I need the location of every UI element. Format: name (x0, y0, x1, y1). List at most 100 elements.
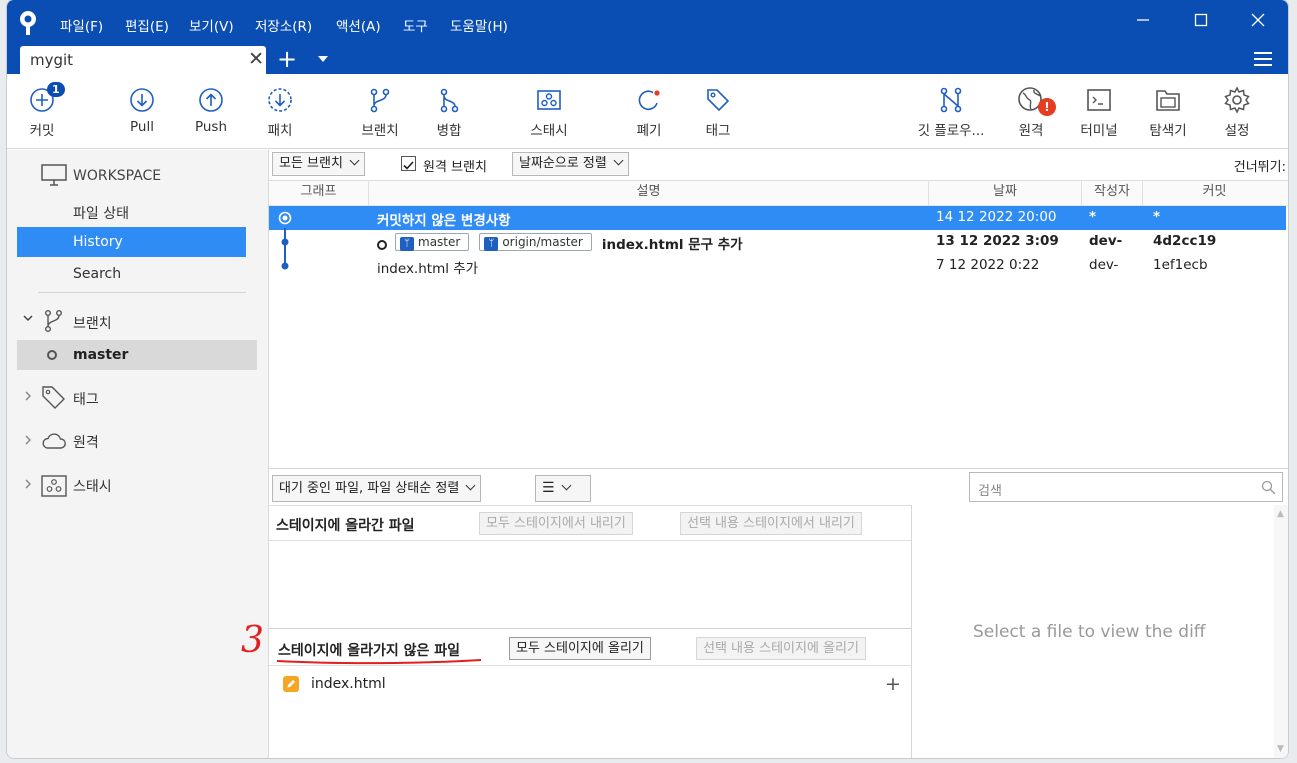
tag-label: 태그 (705, 123, 731, 139)
search-placeholder: 검색 (978, 484, 1002, 499)
scroll-down-icon[interactable]: ▼ (1277, 744, 1284, 754)
ref-master-label: master (418, 235, 461, 249)
ref-master[interactable]: ᛘ master (395, 233, 470, 251)
git-flow-button[interactable]: 깃 플로우... (914, 86, 988, 139)
pull-icon (130, 88, 154, 112)
cloud-icon (42, 433, 66, 449)
merge-button[interactable]: 병합 (412, 86, 486, 139)
push-button[interactable]: Push (174, 86, 248, 135)
branch-label: 브랜치 (361, 123, 399, 139)
discard-button[interactable]: 폐기 (612, 86, 686, 139)
chevron-down-icon[interactable] (22, 312, 34, 328)
branch-button[interactable]: 브랜치 (343, 86, 417, 139)
divider (38, 292, 246, 293)
sidebar-item-search[interactable]: Search (73, 266, 121, 282)
row-author: dev- (1089, 257, 1119, 273)
divider (269, 628, 911, 629)
explorer-button[interactable]: 탐색기 (1131, 86, 1205, 139)
row-date: 7 12 2022 0:22 (936, 257, 1040, 273)
terminal-icon (1087, 89, 1111, 111)
menu-tools[interactable]: 도구 (403, 15, 428, 35)
stash-label: 스태시 (530, 123, 568, 139)
stage-file-plus-icon[interactable]: + (885, 673, 901, 695)
row-author: dev- (1089, 233, 1123, 249)
divider (269, 665, 911, 666)
new-tab-button[interactable]: + (277, 46, 297, 72)
ref-origin-master[interactable]: ᛘ origin/master (479, 233, 592, 251)
pull-button[interactable]: Pull (105, 86, 179, 135)
patch-button[interactable]: 패치 (243, 86, 317, 139)
sidebar-stashes[interactable]: 스태시 (73, 476, 112, 496)
menu-file[interactable]: 파일(F) (60, 15, 103, 35)
chevron-right-icon[interactable] (22, 390, 34, 406)
close-tab-icon[interactable]: ✕ (248, 48, 264, 70)
row-desc: index.html 문구 추가 (601, 237, 743, 253)
remote-branches-checkbox[interactable] (401, 156, 416, 171)
row-date: 13 12 2022 3:09 (936, 233, 1059, 249)
commit-button[interactable]: 1 커밋 (7, 82, 79, 139)
maximize-button[interactable] (1190, 11, 1212, 33)
list-item[interactable]: index.html + (269, 672, 911, 696)
menu-view[interactable]: 보기(V) (189, 15, 234, 35)
remote-button[interactable]: ! 원격 (994, 86, 1068, 139)
settings-label: 설정 (1224, 123, 1250, 139)
stash-icon (537, 90, 561, 110)
table-row[interactable]: ᛘ master ᛘ origin/master index.html 문구 추가 13… (269, 230, 1286, 254)
view-mode-dropdown[interactable]: ☰ (535, 475, 591, 502)
branch-icon (370, 88, 390, 113)
merge-icon (440, 88, 459, 113)
scroll-up-icon[interactable]: ▲ (1277, 509, 1284, 519)
sidebar-tags[interactable]: 태그 (73, 389, 99, 409)
search-input[interactable]: 검색 (969, 472, 1283, 502)
tab-dropdown-icon[interactable] (318, 56, 328, 62)
col-author[interactable]: 작성자 (1082, 180, 1143, 206)
menu-actions[interactable]: 액션(A) (336, 15, 381, 35)
tab-bar: mygit ✕ + (7, 46, 1288, 74)
head-marker-icon (377, 240, 387, 250)
col-date[interactable]: 날짜 (929, 180, 1082, 206)
unstage-selected-button[interactable]: 선택 내용 스테이지에서 내리기 (680, 512, 862, 535)
minimize-button[interactable] (1132, 11, 1154, 33)
stage-selected-button[interactable]: 선택 내용 스테이지에 올리기 (696, 637, 866, 660)
chevron-right-icon[interactable] (22, 478, 34, 494)
diff-placeholder: Select a file to view the diff (973, 622, 1206, 642)
row-date: 14 12 2022 20:00 (936, 209, 1057, 225)
sidebar-branches[interactable]: 브랜치 (73, 313, 112, 333)
stage-all-button[interactable]: 모두 스테이지에 올리기 (509, 637, 651, 660)
pull-label: Pull (130, 119, 154, 135)
close-window-button[interactable] (1247, 11, 1269, 33)
col-commit[interactable]: 커밋 (1143, 180, 1286, 206)
sidebar-remotes[interactable]: 원격 (73, 432, 99, 452)
repo-tab[interactable]: mygit ✕ (20, 46, 266, 74)
push-icon (199, 88, 223, 112)
graph-node (281, 262, 289, 270)
sidebar-item-history[interactable]: History (17, 227, 246, 257)
table-row[interactable]: index.html 추가 7 12 2022 0:22 dev- 1ef1ec… (269, 254, 1286, 278)
tag-button[interactable]: 태그 (681, 86, 755, 139)
table-row[interactable]: 커밋하지 않은 변경사항 14 12 2022 20:00 * * (269, 206, 1286, 230)
menu-repository[interactable]: 저장소(R) (255, 15, 312, 35)
minimize-icon (1137, 19, 1149, 21)
row-desc: index.html 추가 (377, 261, 479, 277)
menu-help[interactable]: 도움말(H) (450, 15, 508, 35)
pending-sort-dropdown[interactable]: 대기 중인 파일, 파일 상태순 정렬 (272, 475, 482, 502)
scrollbar[interactable]: ▲ ▼ (1274, 505, 1288, 758)
hamburger-menu-icon[interactable] (1254, 52, 1272, 66)
jump-to-label: 건너뛰기: (1233, 160, 1286, 175)
col-description[interactable]: 설명 (369, 180, 929, 206)
settings-button[interactable]: 설정 (1200, 86, 1274, 139)
menu-edit[interactable]: 편집(E) (125, 15, 169, 35)
remote-branches-label: 원격 브랜치 (423, 160, 487, 175)
terminal-button[interactable]: 터미널 (1062, 86, 1136, 139)
graph-node (281, 238, 289, 246)
sort-dropdown[interactable]: 날짜순으로 정렬 (512, 152, 629, 176)
modified-file-icon (283, 676, 299, 692)
col-graph[interactable]: 그래프 (269, 180, 369, 206)
gear-icon (1224, 86, 1250, 114)
chevron-right-icon[interactable] (22, 434, 34, 450)
stash-button[interactable]: 스태시 (512, 86, 586, 139)
all-branches-dropdown[interactable]: 모든 브랜치 (272, 152, 365, 176)
unstage-all-button[interactable]: 모두 스테이지에서 내리기 (479, 512, 633, 535)
sidebar-item-master[interactable]: master (17, 340, 257, 370)
sidebar-item-file-status[interactable]: 파일 상태 (73, 203, 129, 223)
